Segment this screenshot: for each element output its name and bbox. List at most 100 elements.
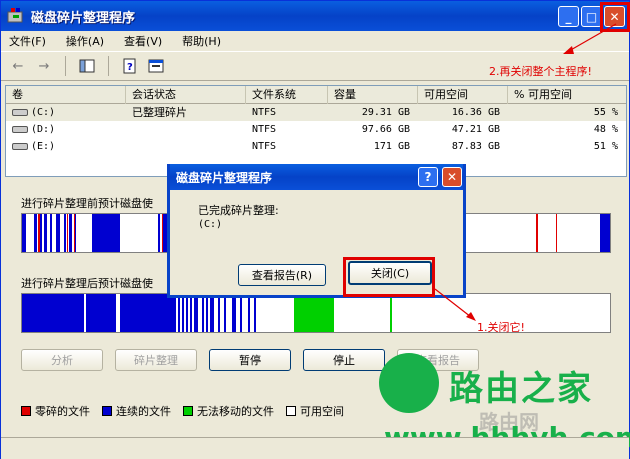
annotation-close-dialog: 1.关闭它! bbox=[477, 321, 525, 334]
close-dialog-highlight bbox=[343, 257, 435, 297]
volume-fs: NTFS bbox=[252, 107, 277, 118]
watermark-logo bbox=[379, 353, 439, 413]
main-window: 磁盘碎片整理程序 _ □ ✕ 文件(F) 操作(A) 查看(V) 帮助(H) ←… bbox=[0, 0, 630, 459]
volume-fs: NTFS bbox=[252, 124, 277, 135]
volume-fs: NTFS bbox=[252, 141, 277, 152]
col-pct-free[interactable]: % 可用空间 bbox=[508, 86, 626, 104]
volume-row[interactable]: (E:) NTFS 171 GB 87.83 GB 51 % bbox=[6, 138, 626, 155]
volume-status bbox=[126, 121, 246, 138]
analyze-button[interactable]: 分析 bbox=[21, 349, 103, 371]
fragmented-block bbox=[536, 214, 538, 252]
volume-row[interactable]: (C:) 已整理碎片 NTFS 29.31 GB 16.36 GB 55 % bbox=[6, 104, 626, 121]
stop-button[interactable]: 停止 bbox=[303, 349, 385, 371]
volume-free: 47.21 GB bbox=[451, 124, 500, 135]
volume-status: 已整理碎片 bbox=[132, 106, 187, 119]
volume-free: 16.36 GB bbox=[451, 107, 500, 118]
volume-pct: 48 % bbox=[593, 124, 618, 135]
volume-name: (C:) bbox=[31, 107, 56, 118]
menu-file[interactable]: 文件(F) bbox=[9, 33, 46, 49]
status-bar bbox=[1, 437, 629, 459]
annotation-close-app: 2.再关闭整个主程序! bbox=[489, 65, 592, 78]
dialog-line2: (C:) bbox=[198, 219, 223, 230]
fragmented-block bbox=[162, 214, 163, 252]
legend-swatch bbox=[102, 406, 112, 416]
pause-button[interactable]: 暂停 bbox=[209, 349, 291, 371]
contiguous-block bbox=[194, 294, 198, 332]
fragmented-block bbox=[556, 214, 557, 252]
contiguous-block bbox=[86, 294, 116, 332]
contiguous-block bbox=[186, 294, 188, 332]
contiguous-block bbox=[69, 214, 72, 252]
legend-label: 无法移动的文件 bbox=[197, 405, 274, 418]
fragmented-block bbox=[67, 214, 68, 252]
contiguous-block bbox=[218, 294, 220, 332]
contiguous-block bbox=[120, 294, 176, 332]
contiguous-block bbox=[224, 294, 226, 332]
menu-action[interactable]: 操作(A) bbox=[66, 33, 104, 49]
forward-arrow-icon[interactable]: → bbox=[35, 57, 53, 75]
console-tree-icon[interactable] bbox=[78, 57, 96, 75]
col-session-status[interactable]: 会话状态 bbox=[126, 86, 246, 104]
legend-item: 零碎的文件 bbox=[21, 403, 90, 419]
contiguous-block bbox=[206, 294, 208, 332]
legend-swatch bbox=[183, 406, 193, 416]
menu-view[interactable]: 查看(V) bbox=[124, 33, 162, 49]
legend-item: 可用空间 bbox=[286, 403, 344, 419]
contiguous-block bbox=[22, 214, 26, 252]
col-volume[interactable]: 卷 bbox=[6, 86, 126, 104]
contiguous-block bbox=[44, 214, 47, 252]
col-file-system[interactable]: 文件系统 bbox=[246, 86, 328, 104]
legend-item: 无法移动的文件 bbox=[183, 403, 274, 419]
contiguous-block bbox=[50, 214, 52, 252]
volume-list-header: 卷 会话状态 文件系统 容量 可用空间 % 可用空间 bbox=[6, 86, 626, 104]
after-analysis-label: 进行碎片整理后预计磁盘使 bbox=[21, 277, 153, 290]
legend-label: 零碎的文件 bbox=[35, 405, 90, 418]
fragmented-block bbox=[74, 214, 75, 252]
volume-capacity: 97.66 GB bbox=[361, 124, 410, 135]
volume-free: 87.83 GB bbox=[451, 141, 500, 152]
volume-pct: 51 % bbox=[593, 141, 618, 152]
help-icon[interactable]: ? bbox=[121, 57, 139, 75]
before-analysis-label: 进行碎片整理前预计磁盘使 bbox=[21, 197, 153, 210]
volume-capacity: 171 GB bbox=[373, 141, 410, 152]
defrag-button[interactable]: 碎片整理 bbox=[115, 349, 197, 371]
properties-icon[interactable] bbox=[147, 57, 165, 75]
legend-label: 连续的文件 bbox=[116, 405, 171, 418]
contiguous-block bbox=[40, 214, 42, 252]
unmovable-block bbox=[294, 294, 334, 332]
legend-swatch bbox=[21, 406, 31, 416]
col-free-space[interactable]: 可用空间 bbox=[418, 86, 508, 104]
toolbar-separator bbox=[108, 56, 109, 76]
contiguous-block bbox=[248, 294, 250, 332]
menu-bar: 文件(F) 操作(A) 查看(V) 帮助(H) bbox=[1, 31, 629, 51]
help-button[interactable]: ? bbox=[418, 167, 438, 187]
contiguous-block bbox=[182, 294, 184, 332]
col-capacity[interactable]: 容量 bbox=[328, 86, 418, 104]
legend-label: 可用空间 bbox=[300, 405, 344, 418]
drive-icon bbox=[12, 125, 28, 133]
contiguous-block bbox=[190, 294, 192, 332]
dialog-title-bar[interactable]: 磁盘碎片整理程序 ? ✕ bbox=[170, 164, 463, 190]
contiguous-block bbox=[210, 294, 214, 332]
defrag-app-icon bbox=[7, 7, 25, 25]
legend-swatch bbox=[286, 406, 296, 416]
view-report-button[interactable]: 查看报告(R) bbox=[238, 264, 326, 286]
legend: 零碎的文件 连续的文件 无法移动的文件 可用空间 bbox=[21, 403, 344, 419]
window-title: 磁盘碎片整理程序 bbox=[31, 10, 136, 26]
svg-text:?: ? bbox=[127, 62, 133, 73]
volume-row[interactable]: (D:) NTFS 97.66 GB 47.21 GB 48 % bbox=[6, 121, 626, 138]
back-arrow-icon[interactable]: ← bbox=[9, 57, 27, 75]
contiguous-block bbox=[202, 294, 204, 332]
contiguous-block bbox=[178, 294, 180, 332]
title-bar[interactable]: 磁盘碎片整理程序 _ □ ✕ bbox=[1, 1, 629, 31]
volume-name: (D:) bbox=[31, 124, 56, 135]
legend-item: 连续的文件 bbox=[102, 403, 171, 419]
contiguous-block bbox=[56, 214, 60, 252]
dialog-close-button[interactable]: ✕ bbox=[442, 167, 462, 187]
menu-help[interactable]: 帮助(H) bbox=[182, 33, 221, 49]
dialog-title: 磁盘碎片整理程序 bbox=[176, 170, 273, 185]
contiguous-block bbox=[600, 214, 610, 252]
contiguous-block bbox=[158, 214, 160, 252]
contiguous-block bbox=[92, 214, 120, 252]
volume-name: (E:) bbox=[31, 141, 56, 152]
